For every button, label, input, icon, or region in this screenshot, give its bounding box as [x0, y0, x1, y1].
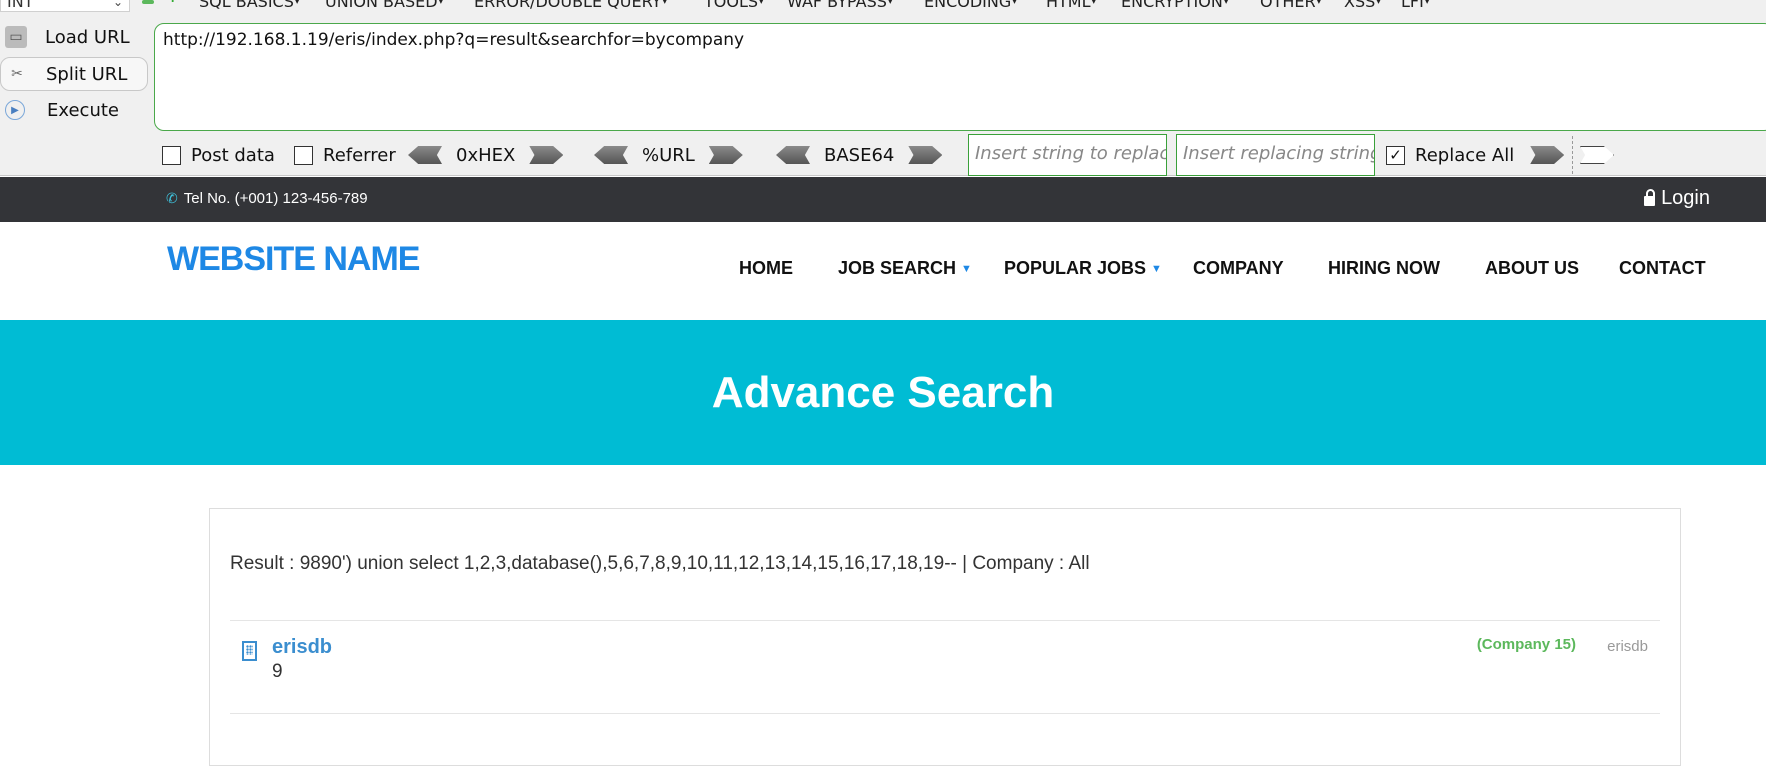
building-icon — [242, 641, 257, 661]
referrer-label: Referrer — [323, 144, 396, 166]
hackbar-menu-bar: INT ⌄ + SQL BASICS UNION BASED ERROR/DOUBL… — [0, 0, 1766, 14]
url-encode-group: %URL — [594, 138, 743, 172]
nav-item-contact[interactable]: CONTACT — [1619, 258, 1706, 279]
base64-label: BASE64 — [824, 144, 895, 166]
brand-logo[interactable]: WEBSITE NAME — [167, 240, 420, 279]
nav-item-company[interactable]: COMPANY — [1193, 258, 1284, 279]
site-navbar: WEBSITE NAME HOME JOB SEARCH ▼ POPULAR JOBS… — [0, 222, 1766, 320]
company-badge: (Company 15) — [1476, 636, 1576, 653]
split-url-label: Split URL — [46, 63, 128, 85]
referrer-option[interactable]: Referrer — [294, 138, 396, 172]
phone-icon: ✆ — [166, 190, 178, 206]
base64-encode-arrow-icon[interactable] — [908, 146, 943, 164]
referrer-checkbox[interactable] — [294, 145, 313, 165]
expand-icon[interactable]: + — [168, 0, 180, 7]
hackbar-menu-html[interactable]: HTML — [1046, 0, 1096, 11]
nav-item-about-us[interactable]: ABOUT US — [1485, 258, 1579, 279]
replacing-string-input[interactable]: Insert replacing string — [1176, 134, 1375, 176]
play-icon: ▶ — [5, 100, 25, 120]
hackbar-menu-encryption[interactable]: ENCRYPTION — [1121, 0, 1228, 11]
login-label: Login — [1661, 187, 1710, 209]
replace-all-label: Replace All — [1415, 144, 1515, 166]
hackbar-menu-lfi[interactable]: LFI — [1401, 0, 1429, 11]
post-data-label: Post data — [191, 144, 275, 166]
login-link[interactable]: Login — [1644, 187, 1710, 210]
hex-decode-arrow-icon[interactable] — [408, 146, 442, 164]
execute-label: Execute — [47, 99, 119, 121]
nav-item-job-search[interactable]: JOB SEARCH ▼ — [838, 258, 972, 279]
hackbar-menu-encoding[interactable]: ENCODING — [924, 0, 1017, 11]
base64-decode-arrow-icon[interactable] — [776, 146, 810, 164]
base64-group: BASE64 — [776, 138, 943, 172]
nav-item-label: JOB SEARCH — [838, 258, 957, 278]
nav-item-label: HIRING NOW — [1328, 258, 1440, 278]
replace-all-option[interactable]: ✓ Replace All — [1386, 138, 1565, 172]
replace-outline-group — [1580, 138, 1614, 172]
nav-item-label: CONTACT — [1619, 258, 1706, 278]
hackbar-menu-other[interactable]: OTHER — [1260, 0, 1321, 11]
nav-item-hiring-now[interactable]: HIRING NOW — [1328, 258, 1440, 279]
url-encode-label: %URL — [642, 144, 695, 166]
nav-item-label: POPULAR JOBS — [1004, 258, 1147, 278]
hex-label: 0xHEX — [456, 144, 516, 166]
separator — [1572, 136, 1573, 174]
nav-item-popular-jobs[interactable]: POPULAR JOBS ▼ — [1004, 258, 1162, 279]
job-title-link[interactable]: erisdb — [272, 636, 332, 659]
site-topbar: ✆ Tel No. (+001) 123-456-789 Login — [0, 177, 1766, 222]
nav-item-label: HOME — [739, 258, 793, 278]
hero-banner: Advance Search — [0, 320, 1766, 465]
collapse-icon[interactable] — [142, 0, 154, 4]
hackbar-toolbar: INT ⌄ + SQL BASICS UNION BASED ERROR/DOUBL… — [0, 0, 1766, 176]
lock-icon — [1644, 188, 1656, 206]
scissors-icon: ✂ — [11, 66, 23, 82]
nav-item-home[interactable]: HOME — [739, 258, 793, 279]
post-data-option[interactable]: Post data — [162, 138, 275, 172]
split-url-button[interactable]: ✂ Split URL — [0, 57, 148, 91]
load-url-button[interactable]: ▭ Load URL — [0, 20, 148, 54]
phone-number: Tel No. (+001) 123-456-789 — [183, 190, 368, 207]
url-encode-arrow-icon[interactable] — [708, 146, 743, 164]
hackbar-menu-union-based[interactable]: UNION BASED — [325, 0, 443, 11]
url-decode-arrow-icon[interactable] — [594, 146, 628, 164]
search-results-panel: Result : 9890') union select 1,2,3,datab… — [209, 508, 1681, 766]
nav-item-label: COMPANY — [1193, 258, 1284, 278]
hackbar-menu-error-double-query[interactable]: ERROR/DOUBLE QUERY — [474, 0, 667, 11]
hex-encode-group: 0xHEX — [408, 138, 564, 172]
job-number: 9 — [272, 661, 283, 682]
hex-encode-arrow-icon[interactable] — [529, 146, 564, 164]
replace-arrow-icon[interactable] — [1530, 146, 1565, 164]
nav-item-label: ABOUT US — [1485, 258, 1579, 278]
hackbar-type-select[interactable]: INT ⌄ — [0, 0, 130, 12]
company-db-label: erisdb — [1607, 638, 1648, 655]
page-title: Advance Search — [711, 367, 1055, 417]
load-url-label: Load URL — [45, 26, 130, 48]
result-summary: Result : 9890') union select 1,2,3,datab… — [230, 553, 1090, 574]
post-data-checkbox[interactable] — [162, 145, 181, 165]
url-textarea[interactable]: http://192.168.1.19/eris/index.php?q=res… — [154, 23, 1766, 131]
replace-outline-arrow-icon[interactable] — [1580, 146, 1614, 164]
replace-all-checkbox[interactable]: ✓ — [1386, 145, 1405, 165]
hackbar-type-select-value: INT — [7, 0, 34, 11]
hackbar-options-bar: Post data Referrer 0xHEX %URL BASE64 Ins… — [162, 134, 1762, 176]
contact-phone: ✆ Tel No. (+001) 123-456-789 — [166, 190, 368, 207]
chevron-down-icon: ⌄ — [112, 0, 123, 9]
load-url-icon: ▭ — [5, 26, 27, 48]
hackbar-menu-sql-basics[interactable]: SQL BASICS — [199, 0, 299, 11]
replace-string-input[interactable]: Insert string to replace — [968, 134, 1167, 176]
execute-button[interactable]: ▶ Execute — [0, 93, 148, 127]
caret-down-icon: ▼ — [961, 263, 972, 275]
list-item[interactable]: erisdb 9 (Company 15) erisdb — [230, 620, 1660, 714]
hackbar-menu-xss[interactable]: XSS — [1344, 0, 1381, 11]
hackbar-menu-waf-bypass[interactable]: WAF BYPASS — [787, 0, 892, 11]
hackbar-menu-tools[interactable]: TOOLS — [704, 0, 764, 11]
caret-down-icon: ▼ — [1151, 263, 1162, 275]
